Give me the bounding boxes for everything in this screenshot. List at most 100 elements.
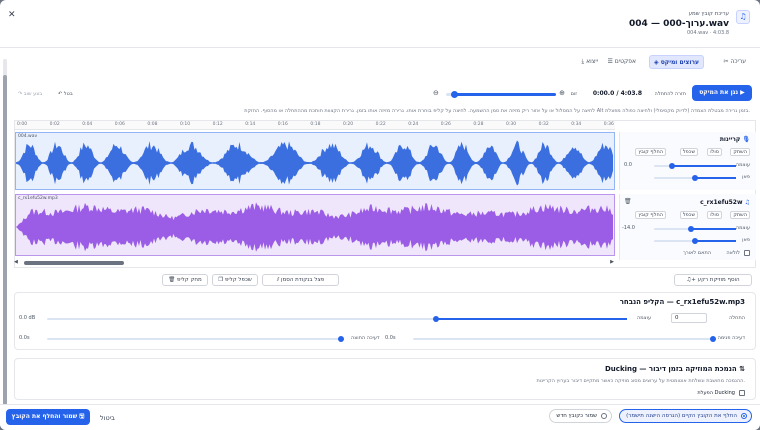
timeline-horizontal-scrollbar[interactable]: ◀ ▶ — [14, 259, 614, 266]
trash-icon[interactable]: 🗑 — [624, 198, 632, 205]
voice-replace-button[interactable]: החלף קובץ — [635, 148, 666, 156]
vertical-scrollbar[interactable] — [3, 59, 7, 405]
zoom-knob[interactable] — [450, 91, 458, 98]
music-track-lane[interactable]: c_rx1efu52w.mp3 — [15, 194, 615, 256]
ducking-desc: ההנמכה מחושבת ונשלחת אוטומטית על ערוצים … — [536, 378, 745, 384]
zoom-out-icon[interactable]: ⊖ — [433, 89, 439, 97]
voice-pan-label: פאן — [742, 174, 750, 180]
fade-out-knob[interactable] — [338, 336, 344, 342]
fade-out-label: דעיכה החוצה — [351, 335, 380, 341]
music-solo-button[interactable]: סולו — [707, 211, 722, 219]
download-icon: ⤓ — [581, 58, 585, 65]
play-mix-label: נגן את המיקס — [699, 89, 739, 96]
time-ruler[interactable]: 0:00 0:02 0:04 0:06 0:08 0:10 0:12 0:14 0:16 0:18… — [15, 121, 615, 130]
voice-track-name: קריינות 🎙 — [720, 136, 750, 143]
tab-channels-mix[interactable]: ◈ ערוצים ומיקס — [648, 55, 704, 69]
fade-in-knob[interactable] — [710, 336, 716, 342]
music-replace-button[interactable]: החלף קובץ — [635, 211, 666, 219]
replace-existing-radio[interactable]: החלף את הקובץ הקיים (הגרסה הישנה תישמר) — [619, 409, 752, 423]
scissors-icon: ✂ — [723, 58, 729, 65]
ruler-tick: 0:12 — [212, 122, 223, 127]
music-waveform[interactable] — [16, 195, 614, 255]
cancel-button[interactable]: ביטול — [100, 414, 115, 422]
voice-volume-knob[interactable] — [669, 163, 676, 169]
voice-volume-label: עוצמה — [735, 162, 750, 168]
voice-solo-button[interactable]: סולו — [707, 148, 722, 156]
split-icon: ⫽ — [276, 277, 280, 283]
voice-volume-fill — [672, 165, 736, 167]
duplicate-clip-button[interactable]: ❐ שכפל קליפ — [212, 274, 258, 286]
music-volume-slider[interactable] — [654, 226, 736, 232]
ruler-tick: 0:18 — [310, 122, 321, 127]
music-split-button[interactable]: שכפל — [679, 211, 698, 219]
copy-icon: ❐ — [218, 277, 224, 283]
music-volume-knob[interactable] — [687, 226, 694, 232]
add-music-button[interactable]: ♫+ הוסף מוזיקת רקע — [674, 274, 752, 286]
voice-split-button[interactable]: שכפל — [679, 148, 698, 156]
close-icon[interactable]: ✕ — [8, 10, 16, 20]
scroll-right-icon[interactable]: ▶ — [610, 259, 614, 265]
zoom-label: זום — [570, 91, 577, 97]
transport-toolbar: נגן את המיקס ▶ חזרה להתחלה 0:00.0 / 4:03… — [0, 84, 760, 104]
split-at-cursor-button[interactable]: ⫽ פצל בנקודת הסמן — [262, 274, 339, 286]
play-icon: ▶ — [740, 89, 745, 96]
music-track-panel: c_rx1efu52w ♫ 🗑 השתק סולו שכפל החלף קובץ… — [619, 194, 756, 260]
music-plus-icon: ♫+ — [686, 277, 696, 283]
timeline: 0:00 0:02 0:04 0:06 0:08 0:10 0:12 0:14 0:16 0:18… — [14, 120, 756, 268]
music-track-title: c_rx1efu52w — [700, 199, 743, 206]
loop-label: לולאה — [726, 250, 740, 256]
tab-export[interactable]: ⤓ ייצוא — [578, 55, 602, 69]
ducking-title-text: Ducking — הנמכת המוזיקה בזמן דיבור — [605, 365, 737, 373]
voice-track-title: קריינות — [719, 136, 741, 143]
zoom-fill — [454, 93, 556, 96]
tab-edit[interactable]: ✂ עריכה — [719, 55, 750, 69]
zoom-in-icon[interactable]: ⊕ — [559, 89, 565, 97]
tab-effects-label: אפקטים — [614, 58, 636, 65]
redo-button[interactable]: ↷ בצע שוב — [18, 91, 42, 97]
delete-clip-button[interactable]: 🗑 מחק קליפ — [162, 274, 208, 286]
layers-icon: ◈ — [653, 59, 659, 66]
music-pan-slider[interactable] — [654, 238, 736, 244]
save-new-radio[interactable]: שמור כקובץ חדש — [549, 409, 612, 423]
hscroll-thumb[interactable] — [24, 261, 124, 265]
undo-button[interactable]: ↶ בטל — [58, 91, 73, 97]
back-to-start-button[interactable]: חזרה להתחלה — [655, 91, 686, 97]
loop-checkbox[interactable] — [744, 250, 750, 256]
tab-channels-label: ערוצים ומיקס — [660, 59, 699, 66]
fade-in-slider[interactable] — [413, 336, 716, 342]
tab-effects[interactable]: ☰ אפקטים — [603, 55, 640, 69]
music-track-name: c_rx1efu52w ♫ — [700, 199, 750, 206]
add-music-label: הוסף מוזיקת רקע — [697, 277, 740, 283]
voice-waveform[interactable] — [16, 133, 614, 189]
voice-pan-knob[interactable] — [692, 175, 698, 181]
ducking-icon: ⇅ — [739, 365, 745, 373]
music-pan-fill — [695, 240, 736, 242]
radio-dot — [741, 413, 747, 419]
save-replace-button[interactable]: שמור והחלף את הקובץ 🖫 — [6, 409, 90, 425]
voice-mute-button[interactable]: השתק — [730, 148, 750, 156]
gain-slider[interactable] — [47, 316, 627, 322]
scroll-thumb[interactable] — [3, 75, 7, 405]
fade-out-slider[interactable] — [47, 336, 344, 342]
ruler-tick: 0:36 — [603, 122, 614, 127]
save-icon: 🖫 — [79, 413, 85, 420]
ducking-title: Ducking — הנמכת המוזיקה בזמן דיבור ⇅ — [605, 365, 745, 373]
ruler-tick: 0:10 — [180, 122, 191, 127]
voice-pan-slider[interactable] — [654, 175, 736, 181]
ruler-tick: 0:16 — [277, 122, 288, 127]
voice-track-lane[interactable]: 004.wav — [15, 132, 615, 190]
ducking-checkbox[interactable] — [739, 390, 745, 396]
voice-volume-slider[interactable] — [654, 163, 736, 169]
delete-clip-label: מחק קליפ — [177, 277, 202, 283]
music-pan-knob[interactable] — [692, 238, 698, 244]
ruler-tick: 0:22 — [375, 122, 386, 127]
play-mix-button[interactable]: נגן את המיקס ▶ — [692, 85, 752, 101]
ruler-tick: 0:06 — [114, 122, 125, 127]
gain-knob[interactable] — [432, 316, 439, 322]
scroll-left-icon[interactable]: ◀ — [14, 259, 18, 265]
start-input[interactable]: 0 — [671, 313, 707, 323]
ruler-tick: 0:34 — [571, 122, 582, 127]
clip-tools: ♫+ הוסף מוזיקת רקע ⫽ פצל בנקודת הסמן ❐ ש… — [0, 274, 760, 286]
music-mute-button[interactable]: השתק — [730, 211, 750, 219]
zoom-slider[interactable] — [446, 91, 556, 98]
